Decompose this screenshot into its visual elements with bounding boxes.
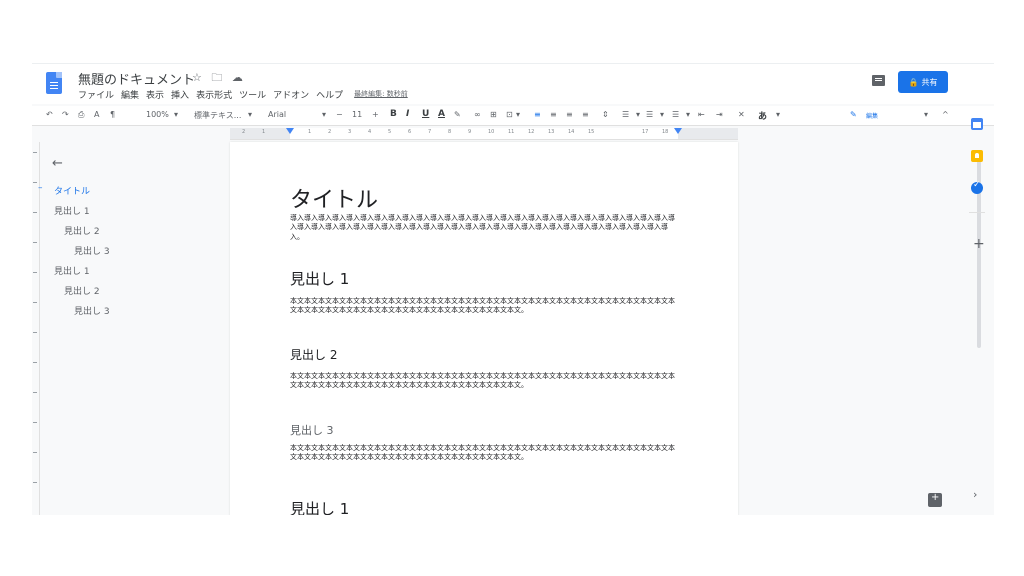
document-page[interactable]: タイトル 導入導入導入導入導入導入導入導入導入導入導入導入導入導入導入導入導入導…: [230, 142, 738, 515]
italic-button[interactable]: I: [406, 109, 409, 119]
link-icon[interactable]: ∞: [474, 110, 481, 119]
input-tools-button[interactable]: あ: [758, 109, 767, 122]
title-actions: ☆ 🗀 ☁: [192, 69, 249, 88]
close-outline-arrow-icon[interactable]: ←: [52, 156, 63, 171]
last-edit-link[interactable]: 最終編集: 数秒前: [354, 88, 408, 101]
collapse-menu-icon[interactable]: ^: [942, 110, 949, 119]
ruler-left-margin: [230, 128, 290, 139]
vertical-ruler[interactable]: [32, 142, 40, 515]
zoom-dropdown-icon[interactable]: ▾: [174, 110, 178, 119]
calendar-icon[interactable]: [971, 118, 983, 130]
align-center-icon[interactable]: ≡: [550, 110, 557, 119]
document-title[interactable]: 無題のドキュメント: [78, 69, 195, 88]
comment-history-icon[interactable]: [872, 75, 885, 86]
text-color-button[interactable]: A: [438, 109, 445, 119]
outline-item-heading1-second[interactable]: 見出し 1: [54, 264, 90, 277]
cloud-status-icon[interactable]: ☁: [232, 71, 243, 84]
highlight-icon[interactable]: ✎: [454, 110, 461, 119]
menu-file[interactable]: ファイル: [78, 88, 114, 101]
underline-button[interactable]: U: [422, 109, 429, 119]
image-icon[interactable]: ⊡: [506, 110, 513, 119]
redo-icon[interactable]: ↷: [62, 110, 69, 119]
ruler-right-margin: [678, 128, 738, 139]
heading-1-body: 本文本文本文本文本文本文本文本文本文本文本文本文本文本文本文本文本文本文本文本文…: [290, 297, 675, 315]
style-dropdown-icon[interactable]: ▾: [248, 110, 252, 119]
active-heading-indicator: –: [38, 183, 43, 193]
menu-bar: ファイル 編集 表示 挿入 表示形式 ツール アドオン ヘルプ 最終編集: 数秒…: [78, 88, 415, 101]
heading-1-second: 見出し 1: [290, 500, 350, 515]
share-button[interactable]: 🔒 共有: [898, 71, 948, 93]
print-icon[interactable]: ⎙: [78, 110, 84, 120]
outline-item-heading2[interactable]: 見出し 2: [64, 224, 100, 237]
docs-logo-icon[interactable]: [46, 72, 62, 94]
share-label: 共有: [921, 77, 938, 87]
outline-item-heading3[interactable]: 見出し 3: [74, 244, 110, 257]
outline-item-heading2-second[interactable]: 見出し 2: [64, 284, 100, 297]
right-indent-marker[interactable]: [674, 128, 682, 134]
move-folder-icon[interactable]: 🗀: [211, 71, 222, 84]
header: 無題のドキュメント ☆ 🗀 ☁ ファイル 編集 表示 挿入 表示形式 ツール ア…: [32, 64, 994, 104]
menu-tools[interactable]: ツール: [239, 88, 266, 101]
heading-2-body: 本文本文本文本文本文本文本文本文本文本文本文本文本文本文本文本文本文本文本文本文…: [290, 372, 675, 390]
outline-item-heading1[interactable]: 見出し 1: [54, 204, 90, 217]
font-size-increase-icon[interactable]: +: [372, 110, 379, 119]
edit-mode-pencil-icon[interactable]: ✎: [850, 110, 857, 119]
menu-insert[interactable]: 挿入: [171, 88, 189, 101]
undo-icon[interactable]: ↶: [46, 110, 53, 119]
align-right-icon[interactable]: ≡: [566, 110, 573, 119]
doc-title-heading: タイトル: [290, 188, 379, 213]
line-spacing-icon[interactable]: ⇕: [602, 110, 609, 119]
menu-addons[interactable]: アドオン: [273, 88, 309, 101]
tasks-icon[interactable]: [971, 180, 983, 194]
spellcheck-icon[interactable]: A: [94, 110, 99, 119]
bold-button[interactable]: B: [390, 109, 397, 119]
star-icon[interactable]: ☆: [192, 71, 202, 84]
checklist-icon[interactable]: ☰: [622, 110, 629, 119]
font-dropdown-icon[interactable]: ▾: [322, 110, 326, 119]
outline-item-heading3-second[interactable]: 見出し 3: [74, 304, 110, 317]
outline-item-title[interactable]: タイトル: [54, 184, 90, 197]
font-select[interactable]: Arial: [268, 110, 286, 119]
zoom-select[interactable]: 100%: [146, 110, 169, 119]
menu-edit[interactable]: 編集: [121, 88, 139, 101]
show-side-panel-chevron-icon[interactable]: ›: [973, 488, 977, 501]
heading-2: 見出し 2: [290, 348, 338, 362]
checklist-dropdown-icon[interactable]: ▾: [636, 110, 640, 119]
image-dropdown-icon[interactable]: ▾: [516, 110, 520, 119]
toolbar: ↶ ↷ ⎙ A ¶ 100% ▾ 標準テキス... ▾ Arial ▾ − 11…: [32, 106, 994, 126]
numbered-list-icon[interactable]: ☰: [672, 110, 679, 119]
edit-mode-label[interactable]: 編集: [866, 111, 878, 120]
comment-icon[interactable]: ⊞: [490, 110, 497, 119]
input-tools-dropdown-icon[interactable]: ▾: [776, 110, 780, 119]
menu-view[interactable]: 表示: [146, 88, 164, 101]
side-panel-divider: [969, 212, 985, 213]
numbered-list-dropdown-icon[interactable]: ▾: [686, 110, 690, 119]
bulleted-list-icon[interactable]: ☰: [646, 110, 653, 119]
align-left-icon[interactable]: ≡: [534, 110, 541, 119]
heading-3: 見出し 3: [290, 424, 334, 437]
google-docs-window: 無題のドキュメント ☆ 🗀 ☁ ファイル 編集 表示 挿入 表示形式 ツール ア…: [32, 63, 994, 515]
lock-icon: 🔒: [908, 77, 919, 87]
title-body-paragraph: 導入導入導入導入導入導入導入導入導入導入導入導入導入導入導入導入導入導入導入導入…: [290, 214, 675, 241]
heading-3-body: 本文本文本文本文本文本文本文本文本文本文本文本文本文本文本文本文本文本文本文本文…: [290, 444, 675, 462]
clear-formatting-icon[interactable]: ✕: [738, 110, 745, 119]
left-indent-marker[interactable]: [286, 128, 294, 134]
decrease-indent-icon[interactable]: ⇤: [698, 110, 705, 119]
paint-format-icon[interactable]: ¶: [110, 110, 115, 119]
font-size-input[interactable]: 11: [352, 110, 362, 119]
heading-1: 見出し 1: [290, 270, 350, 288]
bulleted-list-dropdown-icon[interactable]: ▾: [660, 110, 664, 119]
get-addons-plus-icon[interactable]: +: [973, 236, 985, 252]
align-justify-icon[interactable]: ≡: [582, 110, 589, 119]
increase-indent-icon[interactable]: ⇥: [716, 110, 723, 119]
keep-icon[interactable]: [971, 150, 983, 162]
menu-format[interactable]: 表示形式: [196, 88, 232, 101]
horizontal-ruler[interactable]: 2 1 1 2 3 4 5 6 7 8 9 10 11 12 13 14 15 …: [230, 128, 738, 140]
style-select[interactable]: 標準テキス...: [194, 110, 241, 121]
mode-dropdown-icon[interactable]: ▾: [924, 110, 928, 119]
font-size-decrease-icon[interactable]: −: [336, 110, 343, 119]
menu-help[interactable]: ヘルプ: [316, 88, 343, 101]
explore-icon[interactable]: [928, 492, 942, 507]
